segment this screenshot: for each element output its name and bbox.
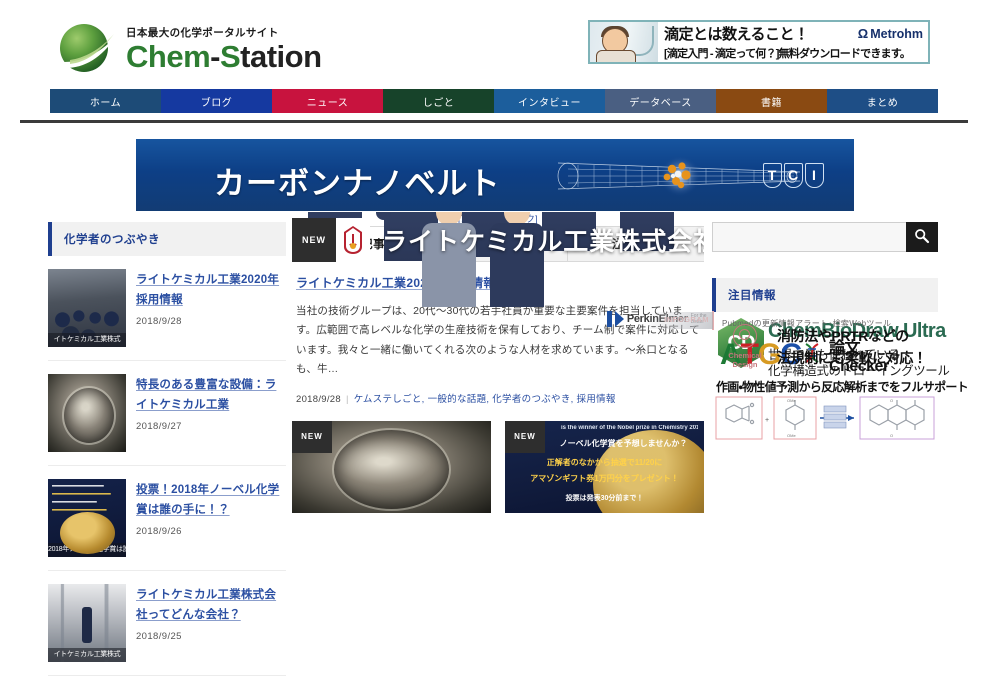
logo-word-chem: Chem (126, 39, 211, 74)
nav-label: インタビュー (518, 97, 581, 109)
new-badge: NEW (292, 420, 332, 453)
ad-brand: Ω Metrohm (858, 26, 923, 41)
leaf-logo-icon (58, 22, 120, 74)
search-icon (914, 228, 930, 247)
article-card[interactable]: NEW (292, 420, 491, 513)
article-body: 投票！2018年ノーベル化学賞は誰の手に！？ 2018/9/26 (136, 479, 286, 557)
new-badge: NEW (505, 420, 545, 453)
logo-text-block: 日本最大の化学ポータルサイト Chem-Station (126, 25, 322, 74)
right-sidebar-title: 注目情報 (728, 290, 776, 302)
article-thumbnail: イトケミカル工業株式 (48, 584, 126, 662)
nav-item-news[interactable]: ニュース (272, 89, 383, 113)
page-root: 日本最大の化学ポータルサイト Chem-Station 滴定とは数えること！ Ω… (0, 0, 988, 678)
logo-word-dash: - (210, 39, 220, 74)
search-form (712, 222, 938, 252)
list-item[interactable]: イトケミカル工業株式 ライトケミカル工業2020年採用情報 2018/9/28 (48, 256, 286, 361)
nav-item-interview[interactable]: インタビュー (494, 89, 605, 113)
featured-date: 2018/9/28 (296, 393, 341, 405)
list-item[interactable]: 特長のある豊富な設備：ライトケミカル工業 2018/9/27 (48, 361, 286, 466)
nav-item-jobs[interactable]: しごと (383, 89, 494, 113)
site-logo[interactable]: 日本最大の化学ポータルサイト Chem-Station (58, 22, 322, 74)
logo-tagline: 日本最大の化学ポータルサイト (126, 27, 279, 39)
tci-letter: C (783, 162, 803, 188)
list-item[interactable]: イトケミカル工業株式 ライトケミカル工業株式会社ってどんな会社？ 2018/9/… (48, 571, 286, 676)
meta-separator: | (345, 393, 349, 405)
nav-item-summary[interactable]: まとめ (827, 89, 938, 113)
ad-brand-name: Metrohm (870, 26, 923, 41)
card-line: is the winner of the Nobel prize in Chem… (561, 424, 698, 431)
search-button[interactable] (906, 222, 938, 252)
featured-article-meta: 2018/9/28 | ケムステしごと, 一般的な話題, 化学者のつぶやき, 採用情… (296, 391, 700, 405)
article-card-grid: NEW NEW is the winner of the Nobel prize… (292, 420, 704, 513)
nav-label: ニュース (306, 97, 349, 109)
logo-word-s: S (219, 39, 241, 74)
logo-word-tation: tation (240, 39, 322, 74)
left-sidebar-header: 化学者のつぶやき (48, 222, 286, 256)
omega-icon: Ω (857, 25, 869, 41)
nav-item-books[interactable]: 書籍 (716, 89, 827, 113)
featured-info-section: 注目情報 (712, 278, 938, 312)
article-body: ライトケミカル工業2020年採用情報 2018/9/28 (136, 269, 286, 347)
article-thumbnail: イトケミカル工業株式 (48, 269, 126, 347)
card-line: アマゾンギフト券1万円分をプレゼント！ (530, 473, 679, 483)
logo-wordmark: Chem-Station (126, 41, 322, 72)
card-line: 投票は発表30分前まで！ (565, 494, 644, 502)
nav-label: ブログ (200, 97, 233, 109)
right-sidebar-header: 注目情報 (712, 278, 938, 312)
search-input[interactable] (712, 222, 906, 252)
nav-item-blog[interactable]: ブログ (161, 89, 272, 113)
nav-item-database[interactable]: データベース (605, 89, 716, 113)
featured-categories[interactable]: ケムステしごと, 一般的な話題, 化学者のつぶやき, 採用情報 (354, 394, 616, 405)
nav-label: まとめ (866, 97, 899, 109)
hero-title: カーボンナノベルト (214, 166, 501, 201)
ad-headline: 滴定とは数えること！ (664, 25, 809, 43)
card-line: 正解者のなかから抽選で11/20に (546, 457, 663, 467)
article-date: 2018/9/26 (136, 526, 182, 538)
article-card[interactable]: NEW is the winner of the Nobel prize in … (505, 420, 704, 513)
ad-text-block: 滴定とは数えること！ Ω Metrohm [滴定入門 - 滴定って何？]無料ダウン… (658, 23, 928, 62)
article-body: ライトケミカル工業株式会社ってどんな会社？ 2018/9/25 (136, 584, 286, 662)
right-sidebar: 注目情報 CD ChemBioDraw Ultra 世界で最も使われている 化学… (606, 222, 969, 440)
tci-logo: T C I (756, 157, 830, 193)
header-divider (20, 120, 968, 123)
list-item[interactable]: 2018年ノーベル化学賞は誰の 投票！2018年ノーベル化学賞は誰の手に！？ 2… (48, 466, 286, 571)
nav-label: データベース (629, 97, 692, 109)
nav-item-home[interactable]: ホーム (50, 89, 161, 113)
nav-label: ホーム (89, 97, 122, 109)
article-title: 投票！2018年ノーベル化学賞は誰の手に！？ (136, 484, 280, 516)
card-line: ノーベル化学賞を予想しませんか？ (559, 438, 688, 448)
article-date: 2018/9/28 (136, 316, 182, 328)
carbon-nanobelt-banner[interactable]: カーボンナノベルト T C I (136, 139, 854, 211)
chemical-design-ad[interactable]: INFOGRAM Chemical Design 消防法やPRTRなどの 法規制… (649, 311, 927, 369)
article-title: ライトケミカル工業2020年採用情報 (136, 274, 280, 306)
left-sidebar-title: 化学者のつぶやき (64, 234, 160, 246)
nav-label: 書籍 (761, 97, 782, 109)
article-thumbnail: 2018年ノーベル化学賞は誰の (48, 479, 126, 557)
ad-illustration (590, 22, 658, 62)
thumbnail-caption: イトケミカル工業株式 (48, 648, 126, 662)
tci-letter: T (762, 162, 782, 188)
article-date: 2018/9/27 (136, 421, 182, 433)
article-title: ライトケミカル工業株式会社ってどんな会社？ (136, 589, 277, 621)
metrohm-banner-ad[interactable]: 滴定とは数えること！ Ω Metrohm [滴定入門 - 滴定って何？]無料ダウン… (588, 20, 930, 64)
left-sidebar: 化学者のつぶやき イトケミカル工業株式 ライトケミカル工業2020年採用情報 2… (48, 222, 286, 678)
article-thumbnail (48, 374, 126, 452)
main-navigation: ホーム ブログ ニュース しごと インタビュー データベース 書籍 まとめ (50, 89, 938, 113)
nav-label: しごと (422, 97, 455, 109)
thumbnail-caption: イトケミカル工業株式 (48, 333, 126, 347)
tci-letter: I (804, 162, 824, 188)
thumbnail-caption: 2018年ノーベル化学賞は誰の (48, 543, 126, 557)
article-body: 特長のある豊富な設備：ライトケミカル工業 2018/9/27 (136, 374, 286, 452)
main-content: [スポンサーリンク] 新着記事 人気記事 注目記事 NEW (292, 212, 704, 678)
ad-subline: [滴定入門 - 滴定って何？]無料ダウンロードできます。 (664, 47, 911, 60)
article-title: 特長のある豊富な設備：ライトケミカル工業 (136, 379, 277, 411)
site-header: 日本最大の化学ポータルサイト Chem-Station 滴定とは数えること！ Ω… (0, 0, 988, 88)
article-date: 2018/9/25 (136, 631, 182, 643)
